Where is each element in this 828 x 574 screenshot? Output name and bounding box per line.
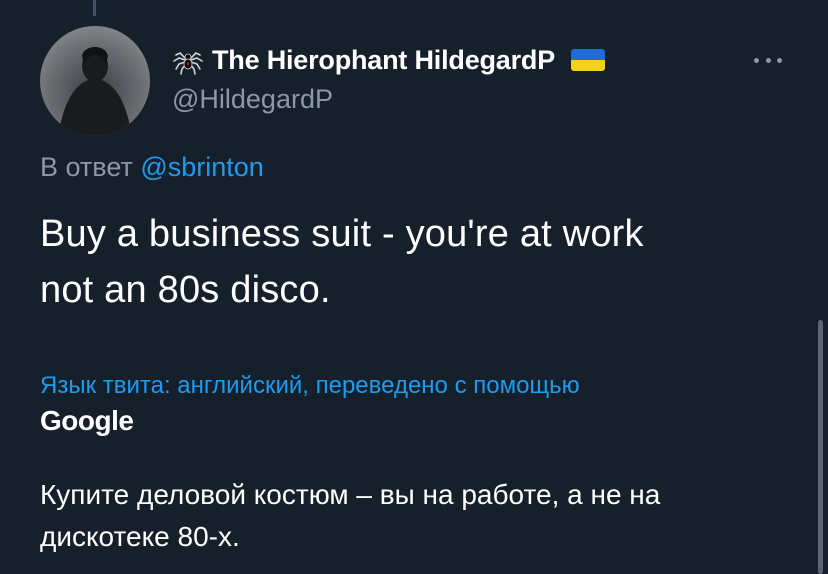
google-logo: Google [40,405,134,436]
translation-label-link[interactable]: Язык твита: английский, переведено с пом… [40,372,580,400]
reply-prefix: В ответ [40,152,133,182]
avatar[interactable] [40,26,150,136]
person-silhouette-icon [58,47,132,136]
translated-text-line: Купите деловой костюм – вы на работе, а … [40,479,661,510]
translated-text: Купите деловой костюм – вы на работе, а … [40,474,780,558]
thread-connector-line [93,0,96,16]
tweet-text: Buy a business suit - you're at work not… [40,206,780,318]
reply-mention-link[interactable]: @sbrinton [140,152,263,182]
more-options-icon[interactable] [748,48,788,72]
scrollbar[interactable] [818,320,823,574]
reply-context: В ответ @sbrinton [40,152,264,183]
author-handle[interactable]: @HildegardP [172,84,333,115]
spider-icon [172,44,204,76]
author-name-row[interactable]: The Hierophant HildegardP [172,44,606,76]
tweet-text-line: Buy a business suit - you're at work [40,213,644,255]
translated-text-line: дискотеке 80-х. [40,521,240,552]
ukraine-flag-icon [571,49,606,71]
tweet-text-line: not an 80s disco. [40,269,331,311]
author-display-name[interactable]: The Hierophant HildegardP [212,45,555,76]
